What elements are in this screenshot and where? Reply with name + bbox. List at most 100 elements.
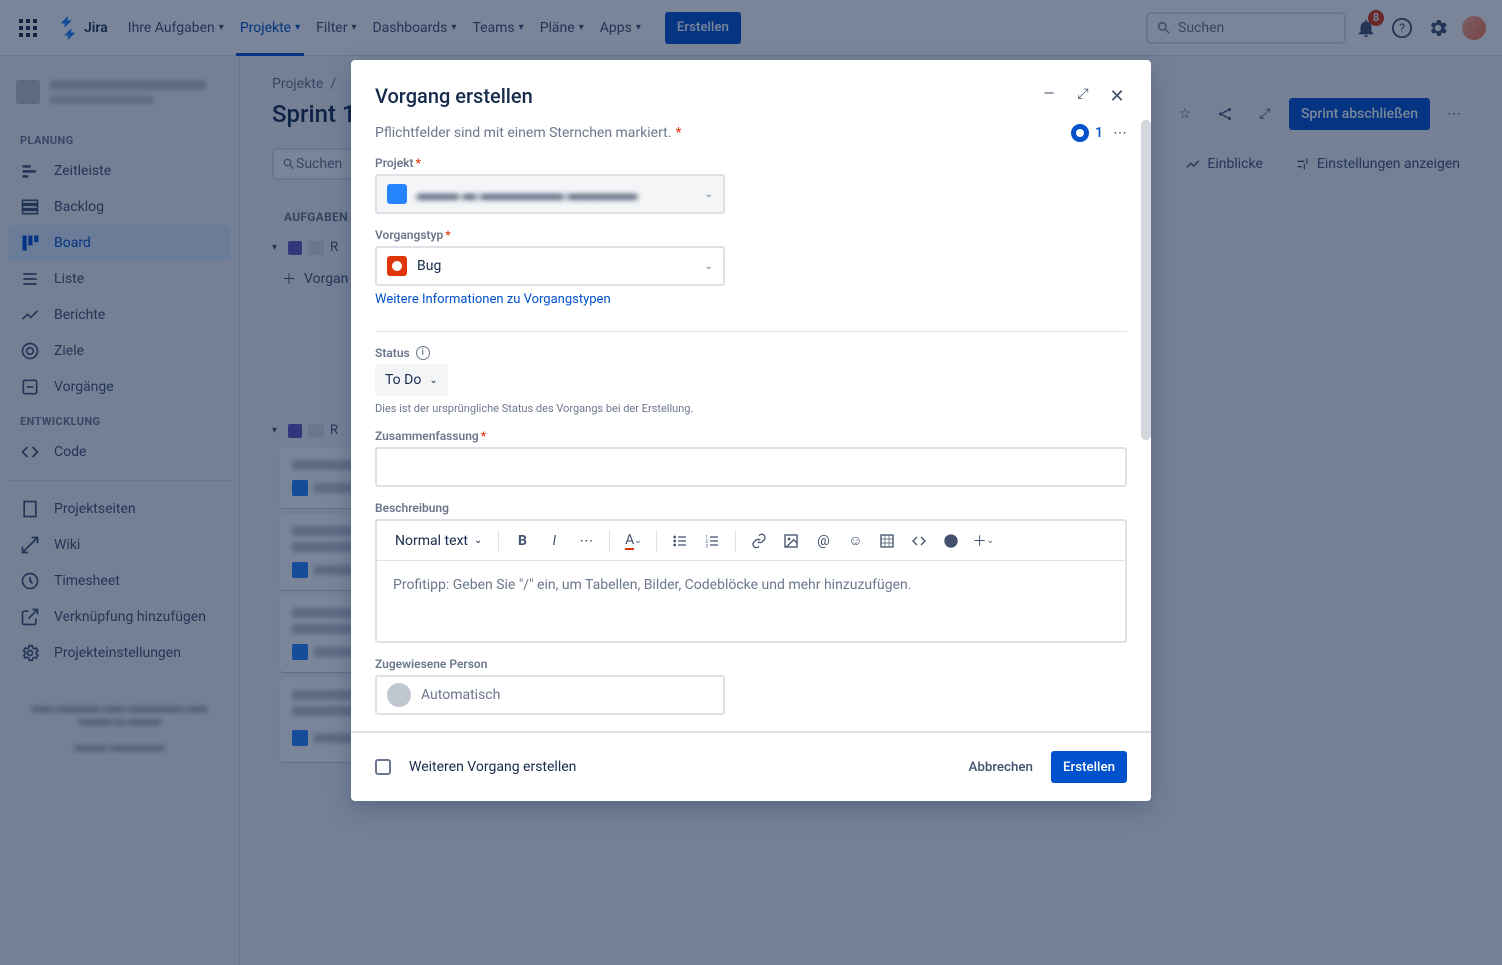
sidebar-backlog[interactable]: Backlog: [8, 189, 231, 225]
image-button[interactable]: [776, 526, 806, 556]
status-select[interactable]: To Do⌄: [375, 364, 448, 396]
text-style-select[interactable]: Normal text⌄: [387, 529, 490, 553]
label-assignee: Zugewiesene Person: [375, 657, 1127, 671]
issuetype-select[interactable]: Bug⌄: [375, 246, 725, 286]
nav-projects[interactable]: Projekte▾: [232, 0, 308, 56]
info-panel-button[interactable]: [936, 526, 966, 556]
chevron-down-icon: ▾: [295, 22, 300, 33]
project-select[interactable]: ▬▬▬ ▬ ▬▬▬▬▬▬ ▬▬▬▬▬⌄: [375, 174, 725, 214]
fullscreen-icon[interactable]: ⤢: [1249, 98, 1281, 130]
required-note: Pflichtfelder sind mit einem Sternchen m…: [375, 125, 671, 141]
nav-teams[interactable]: Teams▾: [464, 0, 531, 56]
star-icon[interactable]: ☆: [1169, 98, 1201, 130]
more-icon[interactable]: ⋯: [1113, 125, 1127, 141]
more-formatting-button[interactable]: ⋯: [571, 526, 601, 556]
nav-plans[interactable]: Pläne▾: [532, 0, 592, 56]
summary-input[interactable]: [375, 447, 1127, 487]
epic-icon: [288, 241, 302, 255]
label-issuetype: Vorgangstyp*: [375, 228, 1127, 242]
project-icon: [16, 80, 40, 104]
minimize-icon[interactable]: —: [1039, 86, 1059, 107]
search-icon: [1156, 20, 1172, 36]
label-description: Beschreibung: [375, 501, 1127, 515]
view-settings-button[interactable]: Einstellungen anzeigen: [1285, 148, 1470, 180]
description-editor: Normal text⌄ B I ⋯ A ⌄ 123 @ ☺ ＋⌄: [375, 519, 1127, 643]
insert-button[interactable]: ＋⌄: [968, 526, 998, 556]
sidebar-list[interactable]: Liste: [8, 261, 231, 297]
code-button[interactable]: [904, 526, 934, 556]
chevron-down-icon: ⌄: [429, 375, 437, 386]
nav-apps[interactable]: Apps▾: [592, 0, 649, 56]
settings-icon[interactable]: [1422, 12, 1454, 44]
italic-button[interactable]: I: [539, 526, 569, 556]
top-nav: Jira Ihre Aufgaben▾ Projekte▾ Filter▾ Da…: [0, 0, 1502, 56]
search-placeholder: Suchen: [1178, 20, 1224, 36]
project-header[interactable]: [8, 72, 231, 112]
modal-title: Vorgang erstellen: [375, 84, 533, 108]
submit-button[interactable]: Erstellen: [1051, 751, 1127, 783]
create-another-label[interactable]: Weiteren Vorgang erstellen: [409, 759, 576, 775]
create-another-checkbox[interactable]: [375, 759, 391, 775]
chevron-down-icon: ▾: [351, 22, 356, 33]
emoji-button[interactable]: ☺: [840, 526, 870, 556]
section-development: ENTWICKLUNG: [8, 405, 231, 434]
visibility-badge[interactable]: 1: [1071, 124, 1103, 142]
svg-text:3: 3: [706, 543, 709, 548]
sidebar-add-shortcut[interactable]: Verknüpfung hinzufügen: [8, 599, 231, 635]
nav-dashboards[interactable]: Dashboards▾: [364, 0, 464, 56]
mention-button[interactable]: @: [808, 526, 838, 556]
assignee-select[interactable]: Automatisch: [375, 675, 725, 715]
close-icon[interactable]: ✕: [1107, 86, 1127, 107]
chevron-down-icon: ▾: [519, 22, 524, 33]
help-icon[interactable]: ?: [1386, 12, 1418, 44]
issuetype-icon: [292, 730, 308, 746]
nav-filters[interactable]: Filter▾: [308, 0, 364, 56]
sidebar-pages[interactable]: Projektseiten: [8, 491, 231, 527]
page-title: Sprint 1: [272, 100, 356, 128]
create-button[interactable]: Erstellen: [665, 12, 741, 44]
notification-badge: 8: [1368, 10, 1384, 26]
info-icon[interactable]: i: [416, 346, 430, 360]
svg-text:?: ?: [1399, 21, 1405, 36]
sidebar-reports[interactable]: Berichte: [8, 297, 231, 333]
numbered-list-button[interactable]: 123: [697, 526, 727, 556]
issuetype-icon: [292, 480, 308, 496]
issuetype-icon: [292, 644, 308, 660]
profile-avatar[interactable]: [1458, 12, 1490, 44]
insights-button[interactable]: Einblicke: [1175, 148, 1272, 180]
bold-button[interactable]: B: [507, 526, 537, 556]
nav-your-work[interactable]: Ihre Aufgaben▾: [120, 0, 232, 56]
bug-icon: [387, 256, 407, 276]
project-icon: [387, 184, 407, 204]
notifications-icon[interactable]: 8: [1350, 12, 1382, 44]
chevron-down-icon: ▾: [451, 22, 456, 33]
issuetype-info-link[interactable]: Weitere Informationen zu Vorgangstypen: [375, 292, 611, 307]
chevron-down-icon: ⌄: [705, 261, 713, 272]
table-button[interactable]: [872, 526, 902, 556]
link-button[interactable]: [744, 526, 774, 556]
complete-sprint-button[interactable]: Sprint abschließen: [1289, 98, 1430, 130]
app-switcher-icon[interactable]: [12, 12, 44, 44]
sidebar-timesheet[interactable]: Timesheet: [8, 563, 231, 599]
sidebar-code[interactable]: Code: [8, 434, 231, 470]
sidebar-goals[interactable]: Ziele: [8, 333, 231, 369]
editor-content[interactable]: Profitipp: Geben Sie "/" ein, um Tabelle…: [377, 561, 1125, 641]
bullet-list-button[interactable]: [665, 526, 695, 556]
scrollbar[interactable]: [1141, 124, 1151, 440]
sidebar-issues[interactable]: Vorgänge: [8, 369, 231, 405]
sidebar-project-settings[interactable]: Projekteinstellungen: [8, 635, 231, 671]
chevron-down-icon: ▾: [219, 22, 224, 33]
sidebar-board[interactable]: Board: [8, 225, 231, 261]
jira-logo[interactable]: Jira: [48, 16, 116, 40]
text-color-button[interactable]: A ⌄: [618, 526, 648, 556]
more-icon[interactable]: ⋯: [1438, 98, 1470, 130]
chevron-down-icon: ⌄: [705, 189, 713, 200]
section-planning: PLANUNG: [8, 124, 231, 153]
expand-icon[interactable]: ⤢: [1073, 86, 1093, 107]
sidebar-timeline[interactable]: Zeitleiste: [8, 153, 231, 189]
create-issue-modal: Vorgang erstellen — ⤢ ✕ Pflichtfelder si…: [351, 60, 1151, 801]
sidebar-wiki[interactable]: Wiki: [8, 527, 231, 563]
share-icon[interactable]: [1209, 98, 1241, 130]
cancel-button[interactable]: Abbrechen: [959, 751, 1043, 783]
global-search[interactable]: Suchen: [1146, 12, 1346, 44]
